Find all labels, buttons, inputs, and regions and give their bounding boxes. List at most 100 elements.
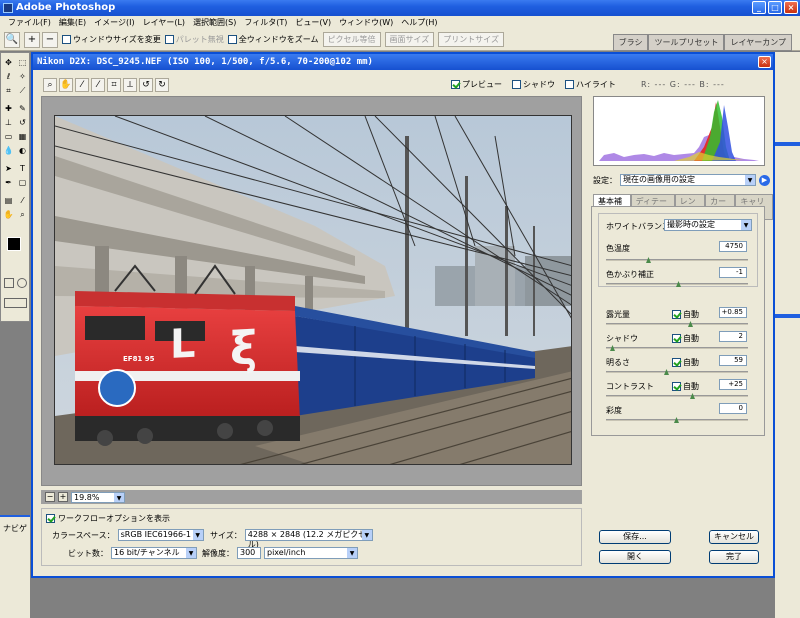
- zoom-tool-icon[interactable]: 🔍: [4, 31, 20, 48]
- menu-filter[interactable]: フィルタ(T): [240, 16, 291, 29]
- temperature-slider[interactable]: [606, 257, 748, 263]
- contrast-slider-knob[interactable]: [690, 393, 695, 399]
- menu-window[interactable]: ウィンドウ(W): [335, 16, 397, 29]
- history-brush-icon[interactable]: ↺: [16, 117, 29, 129]
- shadows-slider[interactable]: [606, 345, 748, 351]
- slice-tool-icon[interactable]: ⟋: [16, 85, 29, 97]
- notes-tool-icon[interactable]: ▤: [2, 195, 15, 207]
- brightness-auto-checkbox[interactable]: [672, 358, 681, 367]
- minimize-button[interactable]: _: [752, 1, 766, 14]
- foreground-color-swatch[interactable]: [7, 237, 21, 251]
- exposure-auto-option[interactable]: 自動: [672, 309, 699, 320]
- brightness-slider-knob[interactable]: [664, 369, 669, 375]
- quick-mask-icon[interactable]: [17, 278, 27, 288]
- screen-mode-icon[interactable]: [4, 298, 27, 308]
- ignore-palettes-checkbox[interactable]: [164, 35, 174, 44]
- exposure-auto-checkbox[interactable]: [672, 310, 681, 319]
- shadows-clip-option[interactable]: シャドウ: [512, 79, 555, 90]
- path-select-icon[interactable]: ➤: [2, 163, 15, 175]
- maximize-button[interactable]: □: [768, 1, 782, 14]
- contrast-auto-option[interactable]: 自動: [672, 381, 699, 392]
- zoom-level-select[interactable]: 19.8% ▼: [71, 491, 125, 503]
- menu-view[interactable]: ビュー(V): [291, 16, 335, 29]
- shadows-input[interactable]: 2: [719, 331, 747, 342]
- close-button[interactable]: ×: [784, 1, 798, 14]
- contrast-auto-checkbox[interactable]: [672, 382, 681, 391]
- standard-mode-icon[interactable]: [4, 278, 14, 288]
- crop-tool-icon[interactable]: ⌗: [2, 85, 15, 97]
- zoom-out-button[interactable]: −: [45, 492, 55, 502]
- shadows-checkbox[interactable]: [512, 80, 521, 89]
- contrast-slider[interactable]: [606, 393, 748, 399]
- magic-wand-icon[interactable]: ✧: [16, 71, 29, 83]
- exposure-slider-knob[interactable]: [688, 321, 693, 327]
- brightness-slider[interactable]: [606, 369, 748, 375]
- exposure-input[interactable]: +0.85: [719, 307, 747, 318]
- preview-canvas[interactable]: ξ L EF81 95: [41, 96, 582, 486]
- menu-layer[interactable]: レイヤー(L): [139, 16, 189, 29]
- hand-icon[interactable]: ✋: [59, 78, 73, 92]
- colorspace-select[interactable]: sRGB IEC61966-1 ▼: [117, 529, 204, 541]
- saturation-slider[interactable]: [606, 417, 748, 423]
- saturation-slider-knob[interactable]: [674, 417, 679, 423]
- actual-pixels-button[interactable]: ピクセル等倍: [322, 32, 381, 47]
- marquee-tool-icon[interactable]: ⬚: [16, 57, 29, 69]
- eraser-tool-icon[interactable]: ▭: [2, 131, 15, 143]
- gradient-tool-icon[interactable]: ▦: [16, 131, 29, 143]
- dialog-close-button[interactable]: ×: [758, 56, 771, 68]
- dodge-tool-icon[interactable]: ◐: [16, 145, 29, 157]
- tint-slider[interactable]: [606, 281, 748, 287]
- brightness-auto-option[interactable]: 自動: [672, 357, 699, 368]
- white-balance-eyedropper-icon[interactable]: ⁄: [75, 78, 89, 92]
- menu-file[interactable]: ファイル(F): [4, 16, 55, 29]
- blur-tool-icon[interactable]: 💧: [2, 145, 15, 157]
- palette-tab-brushes[interactable]: ブラシ: [612, 34, 649, 51]
- open-button[interactable]: 開く: [599, 550, 671, 564]
- menu-help[interactable]: ヘルプ(H): [397, 16, 441, 29]
- type-tool-icon[interactable]: T: [16, 163, 29, 175]
- white-balance-select[interactable]: 撮影時の設定 ▼: [664, 219, 752, 231]
- highlights-clip-option[interactable]: ハイライト: [565, 79, 616, 90]
- brightness-input[interactable]: 59: [719, 355, 747, 366]
- contrast-input[interactable]: +25: [719, 379, 747, 390]
- resize-window-option[interactable]: ウィンドウサイズを変更: [62, 34, 161, 45]
- shadows-slider-knob[interactable]: [610, 345, 615, 351]
- exposure-slider[interactable]: [606, 321, 748, 327]
- show-workflow-option[interactable]: ワークフローオプションを表示: [46, 513, 170, 524]
- pen-tool-icon[interactable]: ✒: [2, 177, 15, 189]
- done-button[interactable]: 完了: [709, 550, 759, 564]
- preview-option[interactable]: プレビュー: [451, 79, 502, 90]
- highlights-checkbox[interactable]: [565, 80, 574, 89]
- show-workflow-checkbox[interactable]: [46, 514, 55, 523]
- tint-input[interactable]: -1: [719, 267, 747, 278]
- settings-select[interactable]: 現在の画像用の設定 ▼: [620, 174, 756, 186]
- eyedropper-tool-icon[interactable]: ⁄: [16, 195, 29, 207]
- palette-tab-tool-presets[interactable]: ツールプリセット: [648, 34, 725, 51]
- lasso-tool-icon[interactable]: ℓ: [2, 71, 15, 83]
- palette-tab-layer-comps[interactable]: レイヤーカンプ: [724, 34, 792, 51]
- menu-edit[interactable]: 編集(E): [55, 16, 90, 29]
- zoom-all-checkbox[interactable]: [227, 35, 237, 44]
- healing-brush-icon[interactable]: ✚: [2, 103, 15, 115]
- zoom-all-option[interactable]: 全ウィンドウをズーム: [227, 34, 319, 45]
- resolution-input[interactable]: 300: [237, 547, 261, 559]
- shadows-auto-checkbox[interactable]: [672, 334, 681, 343]
- move-tool-icon[interactable]: ✥: [2, 57, 15, 69]
- zoom-out-icon[interactable]: −: [42, 31, 58, 48]
- straighten-icon[interactable]: ⟂: [123, 78, 137, 92]
- hand-tool-icon[interactable]: ✋: [2, 209, 15, 221]
- ignore-palettes-option[interactable]: パレット無視: [164, 34, 224, 45]
- bitdepth-select[interactable]: 16 bit/チャンネル ▼: [111, 547, 197, 559]
- settings-menu-arrow-icon[interactable]: ▶: [759, 174, 770, 186]
- stamp-tool-icon[interactable]: ⊥: [2, 117, 15, 129]
- crop-icon[interactable]: ⌗: [107, 78, 121, 92]
- zoom-tool-icon-2[interactable]: ⌕: [16, 209, 29, 221]
- menu-select[interactable]: 選択範囲(S): [189, 16, 240, 29]
- size-select[interactable]: 4288 × 2848 (12.2 メガピクセル) ▼: [244, 529, 373, 549]
- temperature-input[interactable]: 4750: [719, 241, 747, 252]
- save-button[interactable]: 保存...: [599, 530, 671, 544]
- fit-screen-button[interactable]: 画面サイズ: [384, 32, 435, 47]
- preview-checkbox[interactable]: [451, 80, 460, 89]
- resize-window-checkbox[interactable]: [62, 35, 71, 44]
- zoom-in-button[interactable]: +: [58, 492, 68, 502]
